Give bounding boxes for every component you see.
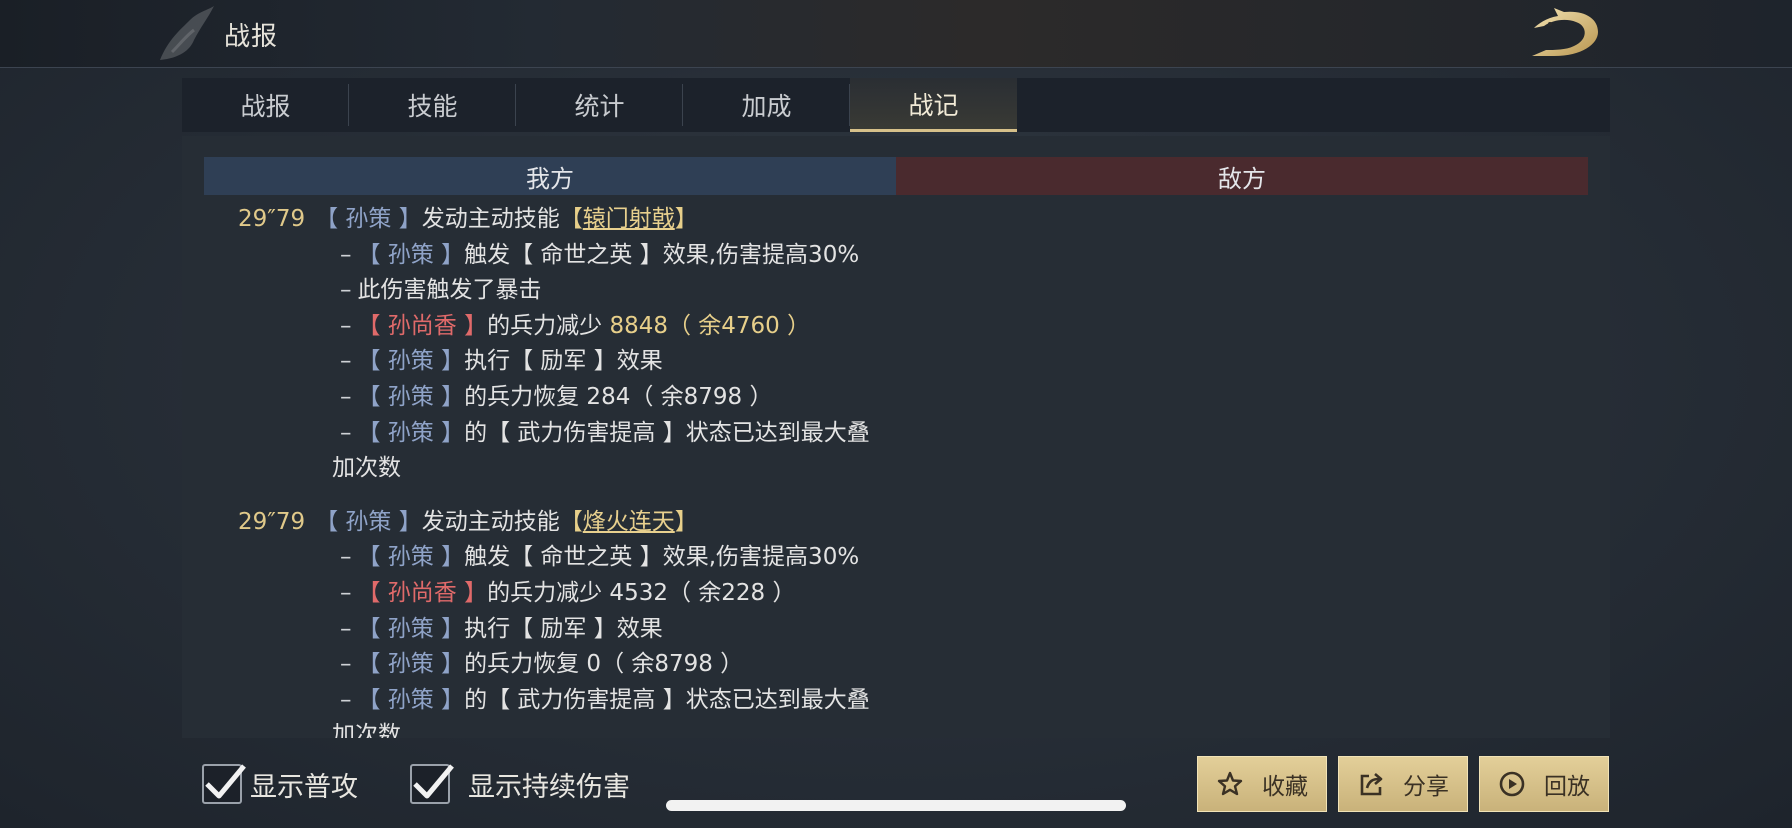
log-detail-line: – 【 孙策 】的兵力恢复 0（ 余8798 ） [182,647,896,683]
log-detail-line: – 【 孙策 】执行【 励军 】效果 [182,612,896,648]
battle-log-list[interactable]: 29″79 【 孙策 】发动主动技能【辕门射戟】 – 【 孙策 】触发【 命世之英 】… [182,202,896,738]
share-icon [1360,773,1383,796]
detail-text: 的兵力减少 4532（ 余228 ） [487,579,796,606]
unit-name: 【 孙策 】 [357,419,465,446]
dash-bullet: – [340,277,352,304]
tab-bar: 战报 技能 统计 加成 战记 [182,78,1610,132]
unit-name: 【 孙策 】 [357,348,465,375]
log-timestamp: 29″79 [238,508,306,535]
dash-bullet: – [340,615,352,642]
skill-link[interactable]: 辕门射戟 [583,206,675,232]
tab-statistics[interactable]: 统计 [516,78,683,132]
unit-name: 【 孙尚香 】 [357,579,488,606]
log-detail-line: – 【 孙尚香 】的兵力减少 8848（ 余4760 ） [182,309,896,345]
log-detail-line: – 【 孙策 】触发【 命世之英 】效果,伤害提高30% [182,540,896,576]
dash-bullet: – [340,419,352,446]
checkmark-icon [413,764,454,799]
skill-bracket: 【 [559,206,583,232]
show-dot-checkbox[interactable]: 显示持续伤害 [410,764,630,804]
log-entry: 29″79 【 孙策 】发动主动技能【烽火连天】 – 【 孙策 】触发【 命世之英 】… [182,505,896,738]
log-detail-line: – 【 孙策 】执行【 励军 】效果 [182,344,896,380]
unit-name: 【 孙策 】 [357,383,465,410]
dash-bullet: – [340,686,352,713]
unit-name: 【 孙策 】 [357,544,465,571]
dash-bullet: – [340,383,352,410]
show-normal-attack-checkbox[interactable]: 显示普攻 [202,764,358,804]
action-text: 发动主动技能 [421,508,560,535]
log-detail-line: – 【 孙尚香 】的兵力减少 4532（ 余228 ） [182,576,896,612]
detail-text: 触发【 命世之英 】效果,伤害提高30% [464,544,860,571]
dragon-logo-icon[interactable] [1524,4,1608,64]
dragon-emblem-icon [160,6,214,60]
tab-skills[interactable]: 技能 [349,78,516,132]
unit-name: 【 孙策 】 [357,241,465,268]
unit-name: 【 孙策 】 [357,615,465,642]
detail-text: 的兵力恢复 0（ 余8798 ） [464,651,744,678]
dash-bullet: – [340,579,352,606]
tab-battle-report[interactable]: 战报 [182,78,349,132]
actor-name: 【 孙策 】 [315,206,422,232]
ally-side-header[interactable]: 我方 [204,157,896,195]
detail-text: 的【 武力伤害提高 】状态已达到最大叠 [464,419,870,446]
log-timestamp: 29″79 [238,206,306,232]
dash-bullet: – [340,651,352,678]
favorite-button[interactable]: 收藏 [1197,756,1327,812]
checkbox-box[interactable] [202,764,246,804]
dash-bullet: – [340,312,352,339]
dash-bullet: – [340,241,352,268]
detail-text: 此伤害触发了暴击 [357,277,542,304]
log-detail-line: – 【 孙策 】的【 武力伤害提高 】状态已达到最大叠 [182,683,896,719]
unit-name: 【 孙策 】 [357,651,465,678]
enemy-side-header[interactable]: 敌方 [896,157,1588,195]
log-detail-line: – 【 孙策 】触发【 命世之英 】效果,伤害提高30% [182,238,896,274]
detail-text: 触发【 命世之英 】效果,伤害提高30% [464,241,860,268]
log-detail-line: – 【 孙策 】的兵力恢复 284（ 余8798 ） [182,380,896,416]
show-dot-label: 显示持续伤害 [468,771,630,803]
play-icon [1499,771,1525,797]
detail-text: 的兵力减少 [487,312,610,339]
log-detail-continuation: 加次数 [332,455,401,482]
detail-text: 的【 武力伤害提高 】状态已达到最大叠 [464,686,870,713]
detail-text: 8848（ 余4760 ） [609,312,811,339]
home-indicator[interactable] [666,800,1126,811]
battle-log-panel: 我方 敌方 29″79 【 孙策 】发动主动技能【辕门射戟】 – 【 孙策 】触发【 … [182,136,1610,738]
checkmark-icon [205,764,246,799]
dash-bullet: – [340,348,352,375]
detail-text: 执行【 励军 】效果 [464,615,663,642]
page-title: 战报 [224,22,279,52]
log-detail-continuation: 加次数 [332,722,401,738]
show-normal-attack-label: 显示普攻 [250,771,358,803]
unit-name: 【 孙策 】 [357,686,465,713]
top-bar: 战报 [0,0,1792,68]
skill-bracket: 】 [674,508,698,535]
star-icon [1217,771,1243,796]
action-text: 发动主动技能 [421,206,560,232]
detail-text: 执行【 励军 】效果 [464,348,663,375]
log-detail-line: – 此伤害触发了暴击 [182,273,896,309]
tab-bonus[interactable]: 加成 [683,78,850,132]
actor-name: 【 孙策 】 [315,508,422,535]
log-entry: 29″79 【 孙策 】发动主动技能【辕门射戟】 – 【 孙策 】触发【 命世之英 】… [182,202,896,487]
share-button[interactable]: 分享 [1338,756,1468,812]
skill-link[interactable]: 烽火连天 [583,509,675,535]
skill-bracket: 【 [559,508,583,535]
log-detail-line: – 【 孙策 】的【 武力伤害提高 】状态已达到最大叠 [182,416,896,452]
skill-bracket: 】 [674,206,698,232]
replay-button[interactable]: 回放 [1479,756,1609,812]
log-entry-header: 29″79 【 孙策 】发动主动技能【烽火连天】 [182,505,896,541]
dash-bullet: – [340,544,352,571]
unit-name: 【 孙尚香 】 [357,312,488,339]
checkbox-box[interactable] [410,764,454,804]
tab-battle-log[interactable]: 战记 [850,78,1017,132]
log-entry-header: 29″79 【 孙策 】发动主动技能【辕门射戟】 [182,202,896,238]
detail-text: 的兵力恢复 284（ 余8798 ） [464,383,773,410]
